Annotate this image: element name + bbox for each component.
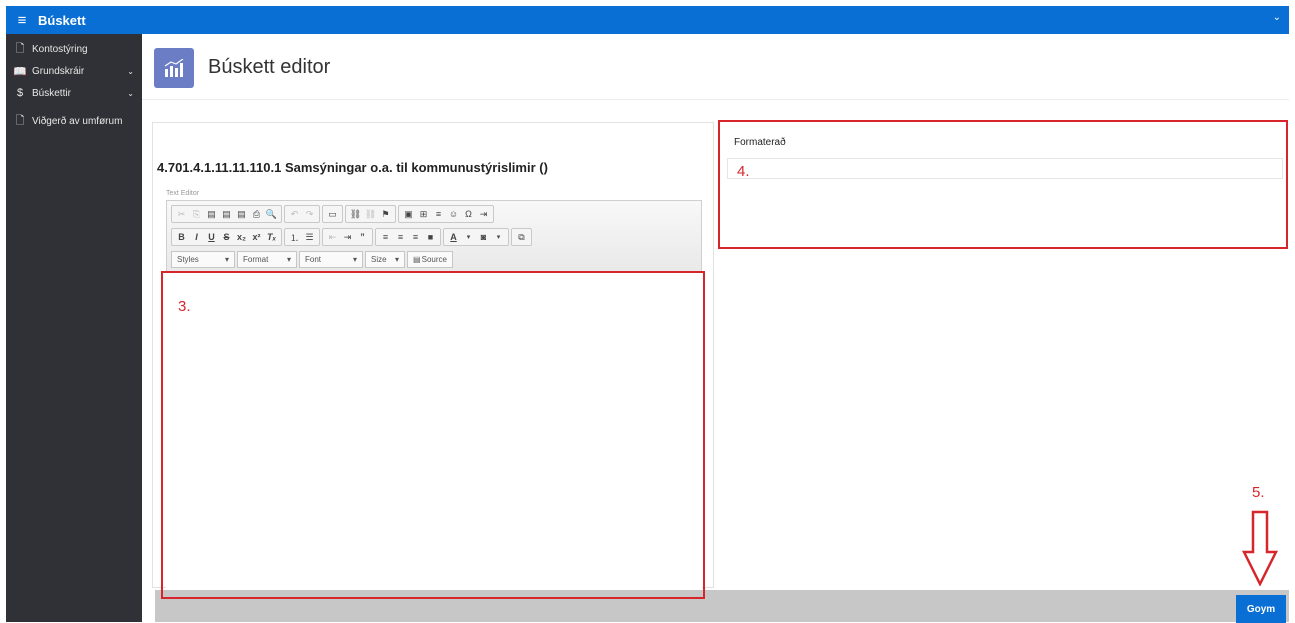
sidebar-item-kontostyring[interactable]: 🗋 Kontostýring — [6, 38, 142, 60]
toolbar-row-3: Styles ▾ Format ▾ Font ▾ Size ▾ ▤ Source — [171, 251, 453, 269]
link-icon[interactable]: ⛓ — [348, 209, 363, 220]
remove-format-icon[interactable]: Tₓ — [264, 232, 279, 242]
background-color-icon[interactable]: ◙ — [476, 232, 491, 242]
outdent-icon[interactable]: ⇤ — [325, 232, 340, 243]
hamburger-menu-icon[interactable]: ≡ — [10, 12, 34, 29]
page-break-icon[interactable]: ⇥ — [476, 209, 491, 220]
chevron-down-icon: ▾ — [352, 255, 357, 264]
sidebar-item-label: Grundskráir — [32, 65, 85, 77]
toolbar-row-2: B I U S x₂ x² Tₓ ⒈ ☰ ⇤ ⇥ ” ≡ ≡ ≡ ■ A ▾ ◙… — [171, 228, 532, 246]
source-button[interactable]: ▤ Source — [407, 251, 453, 268]
chart-logo-icon — [154, 48, 194, 88]
page-header: Búskett editor — [142, 34, 1289, 100]
chevron-down-icon: ▾ — [394, 255, 399, 264]
sidebar-item-buskettir[interactable]: $ Búskettir ⌄ — [6, 82, 142, 104]
text-color-icon[interactable]: A — [446, 232, 461, 242]
anchor-flag-icon[interactable]: ⚑ — [378, 209, 393, 220]
copy-icon[interactable]: ⎘ — [189, 209, 204, 220]
editor-label: Text Editor — [166, 190, 200, 197]
special-char-icon[interactable]: Ω — [461, 209, 476, 219]
table-icon[interactable]: ⊞ — [416, 209, 431, 220]
sidebar: 🗋 Kontostýring 📖 Grundskráir ⌄ $ Búskett… — [6, 34, 142, 622]
undo-icon[interactable]: ↶ — [287, 209, 302, 220]
sidebar-item-label: Búskettir — [32, 87, 71, 99]
horizontal-line-icon[interactable]: ≡ — [431, 209, 446, 219]
chevron-down-icon: ⌄ — [127, 88, 134, 98]
chevron-down-icon: ▾ — [286, 255, 291, 264]
smiley-icon[interactable]: ☺ — [446, 209, 461, 219]
paste-text-icon[interactable]: ▤ — [219, 209, 234, 220]
background-color-dropdown-icon[interactable]: ▾ — [491, 233, 506, 241]
top-bar: ≡ Búskett ⌄ — [6, 6, 1289, 34]
annotation-label-4: 4. — [737, 163, 750, 180]
strikethrough-icon[interactable]: S — [219, 232, 234, 242]
page-icon: 🗋 — [15, 114, 25, 127]
chevron-down-icon: ⌄ — [127, 66, 134, 76]
sidebar-item-grundskrair[interactable]: 📖 Grundskráir ⌄ — [6, 60, 142, 82]
maximize-icon[interactable]: ⧉ — [514, 232, 529, 243]
save-button[interactable]: Goym — [1236, 595, 1286, 623]
source-icon: ▤ — [413, 255, 421, 264]
styles-combo-label: Styles — [177, 255, 199, 264]
page-icon: 🗋 — [15, 42, 25, 55]
annotation-box-format — [718, 120, 1288, 249]
item-title: 4.701.4.1.11.11.110.1 Samsýningar o.a. t… — [157, 160, 548, 175]
format-combo-label: Format — [243, 255, 269, 264]
justify-icon[interactable]: ■ — [423, 232, 438, 242]
template-icon[interactable]: ▭ — [325, 209, 340, 220]
app-title[interactable]: Búskett — [38, 13, 86, 28]
subscript-icon[interactable]: x₂ — [234, 232, 249, 242]
align-left-icon[interactable]: ≡ — [378, 232, 393, 242]
align-right-icon[interactable]: ≡ — [408, 232, 423, 242]
styles-combo[interactable]: Styles ▾ — [171, 251, 235, 268]
bold-icon[interactable]: B — [174, 232, 189, 242]
page-title: Búskett editor — [208, 56, 331, 78]
align-center-icon[interactable]: ≡ — [393, 232, 408, 242]
underline-icon[interactable]: U — [204, 232, 219, 242]
blockquote-icon[interactable]: ” — [355, 232, 370, 242]
superscript-icon[interactable]: x² — [249, 232, 264, 242]
annotation-arrow-down-icon — [1242, 510, 1278, 586]
size-combo[interactable]: Size ▾ — [365, 251, 405, 268]
chevron-down-icon: ▾ — [224, 255, 229, 264]
editor-toolbar: ✂ ⎘ ▤ ▤ ▤ ⎙ 🔍 ↶ ↷ ▭ ⛓ ⛓ ⚑ ▣ ⊞ ≡ ☺ Ω ⇥ B … — [166, 200, 702, 272]
paste-icon[interactable]: ▤ — [204, 209, 219, 220]
italic-icon[interactable]: I — [189, 232, 204, 242]
cut-icon[interactable]: ✂ — [174, 209, 189, 220]
annotation-box-editor — [161, 271, 705, 599]
chevron-down-icon[interactable]: ⌄ — [1273, 12, 1281, 23]
format-combo[interactable]: Format ▾ — [237, 251, 297, 268]
book-icon: 📖 — [13, 65, 27, 78]
redo-icon[interactable]: ↷ — [302, 209, 317, 220]
preview-icon[interactable]: 🔍 — [264, 209, 279, 220]
sidebar-item-label: Kontostýring — [32, 43, 88, 55]
annotation-label-3: 3. — [178, 298, 191, 315]
text-color-dropdown-icon[interactable]: ▾ — [461, 233, 476, 241]
dollar-icon: $ — [16, 87, 24, 99]
bullet-list-icon[interactable]: ☰ — [302, 232, 317, 243]
annotation-label-5: 5. — [1252, 484, 1265, 501]
toolbar-row-1: ✂ ⎘ ▤ ▤ ▤ ⎙ 🔍 ↶ ↷ ▭ ⛓ ⛓ ⚑ ▣ ⊞ ≡ ☺ Ω ⇥ — [171, 205, 494, 223]
sidebar-item-vidgerd[interactable]: 🗋 Viðgerð av umførum — [6, 110, 142, 132]
font-combo[interactable]: Font ▾ — [299, 251, 363, 268]
image-icon[interactable]: ▣ — [401, 209, 416, 220]
print-icon[interactable]: ⎙ — [249, 209, 264, 220]
numbered-list-icon[interactable]: ⒈ — [287, 231, 302, 244]
font-combo-label: Font — [305, 255, 322, 264]
size-combo-label: Size — [371, 255, 387, 264]
source-label: Source — [421, 255, 447, 264]
indent-icon[interactable]: ⇥ — [340, 232, 355, 243]
sidebar-item-label: Viðgerð av umførum — [32, 115, 123, 127]
paste-word-icon[interactable]: ▤ — [234, 209, 249, 220]
unlink-icon[interactable]: ⛓ — [363, 209, 378, 220]
